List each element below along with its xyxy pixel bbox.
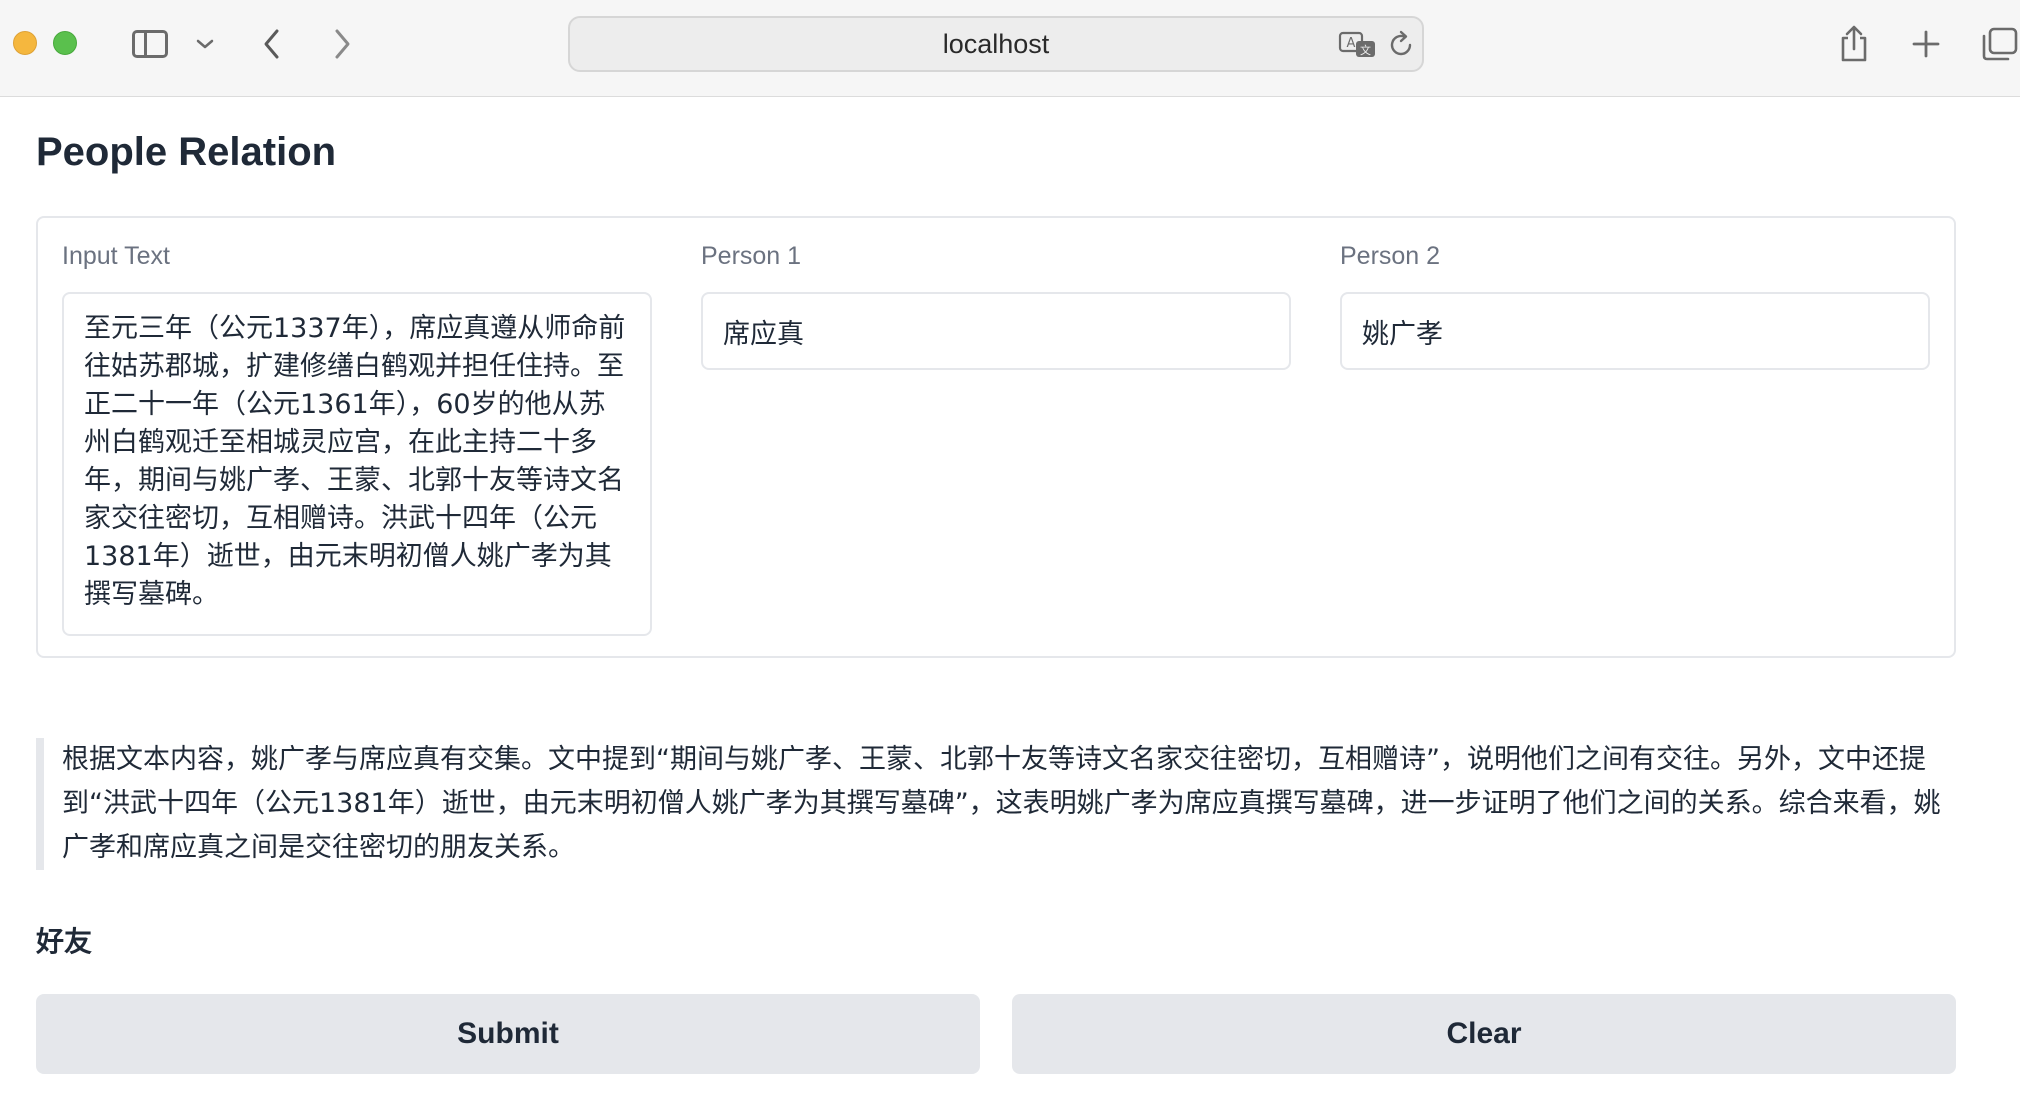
input-text-label: Input Text [62, 242, 170, 270]
clear-button[interactable]: Clear [1012, 994, 1956, 1074]
input-panel: Input Text 至元三年（公元1337年），席应真遵从师命前往姑苏郡城，扩… [36, 216, 1956, 658]
person1-label: Person 1 [701, 242, 802, 270]
plus-icon [1912, 30, 1940, 58]
minimize-window-button[interactable] [13, 31, 37, 55]
address-bar[interactable]: localhost A 文 [568, 16, 1424, 72]
chevron-left-icon [264, 29, 279, 59]
page-title: People Relation [36, 130, 337, 174]
svg-text:A: A [1347, 36, 1356, 51]
forward-button[interactable] [326, 22, 358, 66]
input-text-area[interactable]: 至元三年（公元1337年），席应真遵从师命前往姑苏郡城，扩建修缮白鹤观并担任住持… [62, 292, 652, 636]
reload-icon[interactable] [1386, 30, 1416, 60]
tabs-overview-icon [1982, 27, 2018, 61]
tab-group-dropdown-button[interactable] [190, 22, 220, 66]
url-text: localhost [942, 28, 1050, 59]
new-tab-button[interactable] [1906, 22, 1946, 66]
chevron-right-icon [335, 29, 350, 59]
tab-overview-button[interactable] [1980, 22, 2020, 66]
zoom-window-button[interactable] [53, 31, 77, 55]
submit-button[interactable]: Submit [36, 994, 980, 1074]
sidebar-icon [132, 30, 168, 58]
browser-toolbar: localhost A 文 [0, 0, 2020, 97]
translate-icon[interactable]: A 文 [1338, 30, 1378, 60]
chevron-down-icon [196, 39, 214, 49]
person2-input[interactable]: 姚广孝 [1340, 292, 1930, 370]
back-button[interactable] [256, 22, 288, 66]
relation-explanation: 根据文本内容，姚广孝与席应真有交集。文中提到“期间与姚广孝、王蒙、北郭十友等诗文… [36, 738, 1956, 870]
sidebar-toggle-button[interactable] [128, 22, 172, 66]
share-icon [1841, 25, 1867, 62]
svg-text:文: 文 [1360, 43, 1371, 57]
relation-result: 好友 [36, 925, 93, 958]
person1-input[interactable]: 席应真 [701, 292, 1291, 370]
person2-label: Person 2 [1340, 242, 1441, 270]
share-button[interactable] [1834, 22, 1874, 66]
